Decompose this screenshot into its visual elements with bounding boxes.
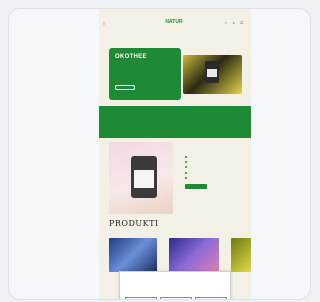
- product-jar-image: [205, 61, 219, 83]
- cookie-accept-button[interactable]: [195, 297, 227, 299]
- cookie-dialog: [119, 271, 231, 299]
- bullet-icon: [185, 156, 187, 158]
- cookie-settings-button[interactable]: [125, 297, 157, 299]
- feature-item: [185, 166, 245, 169]
- site-logo[interactable]: NATUR: [159, 19, 189, 27]
- product-photo: [109, 142, 173, 214]
- bullet-icon: [185, 171, 187, 174]
- menu-icon[interactable]: ≡: [103, 21, 105, 26]
- header-icons[interactable]: ⌕ ♙ ⊡: [225, 20, 245, 25]
- feature-item: [185, 156, 245, 158]
- website-page: ≡ NATUR ⌕ ♙ ⊡ OKOTHEE PRODUKTI: [99, 9, 251, 299]
- product-tile[interactable]: [231, 238, 251, 272]
- feature-cta-button[interactable]: [185, 183, 207, 189]
- product-jar-image: [131, 156, 157, 198]
- hero-image: [183, 55, 242, 94]
- bullet-icon: [185, 176, 187, 179]
- bullet-icon: [185, 161, 187, 164]
- hero-panel: OKOTHEE: [109, 48, 181, 100]
- feature-list: [185, 156, 245, 189]
- site-header: ≡ NATUR ⌕ ♙ ⊡: [99, 17, 251, 31]
- cookie-reject-button[interactable]: [160, 297, 192, 299]
- cookie-buttons: [125, 297, 227, 299]
- products-heading: PRODUKTI: [109, 219, 159, 228]
- feature-item: [185, 171, 245, 174]
- hero-title: OKOTHEE: [115, 54, 147, 60]
- feature-item: [185, 161, 245, 164]
- bullet-icon: [185, 166, 187, 169]
- feature-item: [185, 176, 245, 179]
- product-tile[interactable]: [109, 238, 157, 272]
- info-band: [99, 106, 251, 138]
- product-tile[interactable]: [169, 238, 219, 272]
- preview-card: ≡ NATUR ⌕ ♙ ⊡ OKOTHEE PRODUKTI: [8, 8, 311, 300]
- hero-button[interactable]: [115, 85, 135, 90]
